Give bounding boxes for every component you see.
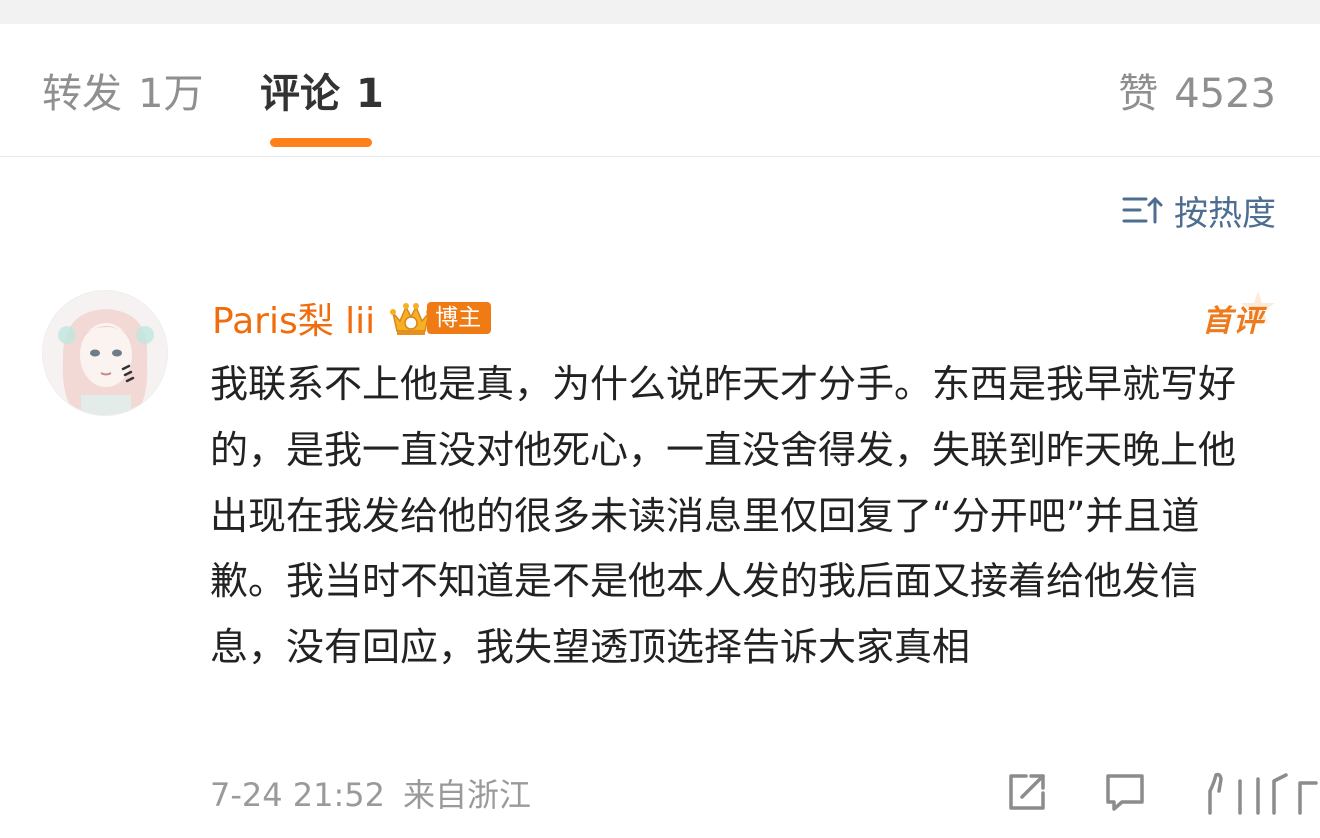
active-tab-indicator xyxy=(270,138,372,147)
username[interactable]: Paris梨 lii xyxy=(212,292,375,344)
tab-bar: 转发 1万 评论 1 赞 4523 xyxy=(0,24,1320,157)
like-icon[interactable] xyxy=(1200,769,1320,815)
tab-repost-count: 1万 xyxy=(138,71,204,117)
comment-icon[interactable] xyxy=(1102,769,1148,815)
share-icon[interactable] xyxy=(1004,769,1050,815)
badge-label: 博主 xyxy=(427,302,492,334)
top-strip xyxy=(0,0,1320,24)
first-comment-tag: 首评 xyxy=(1202,304,1264,339)
tab-repost[interactable]: 转发 1万 xyxy=(42,68,203,120)
comment-actions xyxy=(1004,762,1320,822)
tab-comment[interactable]: 评论 1 xyxy=(260,68,384,120)
tab-like[interactable]: 赞 4523 xyxy=(1118,68,1276,120)
tab-repost-label: 转发 xyxy=(42,71,122,117)
avatar-illustration xyxy=(43,291,167,415)
comment-location: 来自浙江 xyxy=(403,776,532,814)
tab-comment-count: 1 xyxy=(356,71,384,117)
sort-icon xyxy=(1122,196,1163,224)
comment-text: 我联系不上他是真，为什么说昨天才分手。东西是我早就写好的，是我一直没对他死心，一… xyxy=(210,362,1237,670)
tab-like-label: 赞 xyxy=(1118,71,1159,117)
tab-comment-label: 评论 xyxy=(260,71,340,117)
sort-button[interactable]: 按热度 xyxy=(1122,186,1276,234)
comment-item: Paris梨 lii 博主 首评 我联系不上他是真，为什么说昨天才分手。东西是我… xyxy=(0,288,1320,838)
comment-meta: 7-24 21:52 来自浙江 xyxy=(210,770,531,816)
comment-header: Paris梨 lii 博主 xyxy=(212,292,492,344)
comment-time: 7-24 21:52 xyxy=(210,776,386,814)
avatar[interactable] xyxy=(42,290,168,416)
sort-label: 按热度 xyxy=(1174,193,1276,234)
tab-like-count: 4523 xyxy=(1174,71,1276,117)
blogger-badge: 博主 xyxy=(389,299,492,337)
